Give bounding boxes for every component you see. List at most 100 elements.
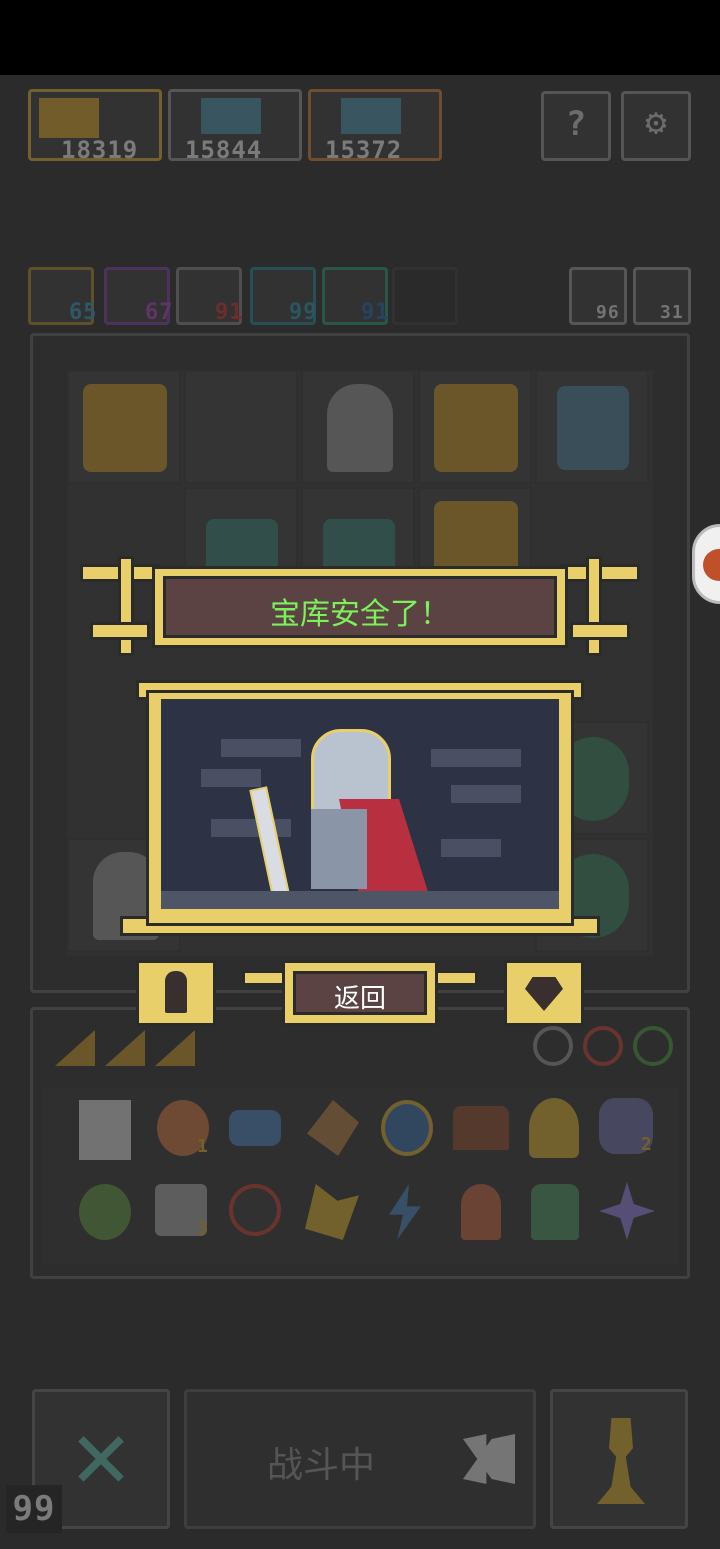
card-slot-icon [105,1030,145,1066]
stat-empty-slot [392,267,458,325]
ring-icon [583,1026,623,1066]
star-wand-item[interactable] [307,1100,359,1156]
pawn-icon [165,971,187,1013]
settings-button[interactable]: ⚙ [621,91,691,161]
stat-attack-value: 65 [69,300,98,325]
stat-magic[interactable]: 67 [104,267,173,325]
sword-icon [249,786,291,902]
modal-picture-frame [120,680,600,942]
hero-score-3: 15372 [325,136,403,164]
item-badge: 3 [197,1218,209,1239]
stat-attack[interactable]: 65 [28,267,97,325]
brick [201,769,261,787]
demon-icon [83,384,167,472]
mask-item[interactable] [229,1110,281,1146]
board-cell[interactable] [418,370,532,484]
stat-crit[interactable]: 91 [176,267,244,325]
banner-plate: 宝库安全了！ [152,566,568,648]
ghoul-icon [201,98,261,134]
gem-side-button[interactable] [504,960,584,1026]
item-badge: 5 [599,1182,611,1203]
scroll-item[interactable] [79,1100,131,1160]
help-button[interactable]: ? [541,91,611,161]
keyhole-icon [327,384,393,472]
hero-card-1[interactable]: 18319 [28,89,162,164]
brick [451,785,521,803]
shield-item[interactable] [381,1100,433,1156]
lock-item[interactable]: 3 [155,1184,209,1239]
turn-counter: 99 [6,1485,62,1533]
potion-item[interactable] [529,1098,579,1158]
board-cell[interactable] [184,370,298,484]
frame-border [146,690,574,926]
banner-foot-right [570,622,630,640]
hero-score-2: 15844 [185,136,263,164]
eye-item[interactable]: 1 [157,1100,209,1157]
card-slot-icon [155,1030,195,1066]
status-bar [0,0,720,75]
book-icon [463,1434,515,1484]
item-badge: 2 [641,1134,653,1155]
flask-item[interactable] [79,1184,131,1240]
chest-item[interactable] [453,1106,509,1150]
inventory-panel: 1 2 3 5 [30,1007,690,1279]
ring-icon [633,1026,673,1066]
stat-regen[interactable]: 91 [322,267,390,325]
card-slot-icon [55,1030,95,1066]
stat-crit-value: 91 [215,300,244,325]
pawn-counter[interactable]: 31 [633,267,691,325]
pawn-button[interactable] [550,1389,688,1529]
assistant-icon [703,549,720,581]
brick [221,739,301,757]
hero-card-2[interactable]: 15844 [168,89,302,164]
modal-actions: 返回 [136,958,584,1030]
brick [211,819,291,837]
stat-regen-value: 91 [361,300,390,325]
board-cell[interactable] [301,370,415,484]
battle-status-button[interactable]: 战斗中 [184,1389,536,1529]
ghoul-icon [341,98,401,134]
question-icon: ? [565,104,587,144]
crosshair-item[interactable] [229,1184,281,1236]
knight-scene [161,699,559,909]
ring-icon [533,1026,573,1066]
return-counter[interactable]: 96 [569,267,627,325]
lightning-icon[interactable] [389,1184,421,1240]
battle-status-label: 战斗中 [267,1445,376,1486]
pawn-icon [597,1418,645,1504]
warrior-icon [557,386,629,470]
demon-icon [434,384,518,472]
stat-magic-value: 67 [145,300,174,325]
banner-post-left [118,556,134,656]
demon-icon [39,98,99,138]
hero-score-1: 18319 [61,136,139,164]
banner-foot-left [90,622,150,640]
floating-assistant-button[interactable] [692,524,720,604]
knight-body [311,809,367,889]
banner-inner: 宝库安全了！ [163,576,557,638]
board-cell[interactable] [67,370,181,484]
stat-shield[interactable]: 99 [250,267,318,325]
tombstone-item[interactable] [461,1184,501,1240]
gem-icon [525,977,563,1011]
modal-title: 宝库安全了！ [270,597,450,632]
brick [431,749,521,767]
gear-icon: ⚙ [645,102,667,143]
back-inner: 返回 [293,971,427,1015]
jar-item[interactable] [531,1184,579,1240]
back-button[interactable]: 返回 [242,958,478,1030]
gem-item[interactable]: 2 [599,1098,653,1155]
banner-post-right [586,556,602,656]
board-cell[interactable] [535,370,649,484]
flower-item[interactable]: 5 [599,1182,655,1240]
back-plate: 返回 [282,960,438,1026]
pawn-side-button[interactable] [136,960,216,1026]
hero-card-3[interactable]: 15372 [308,89,442,164]
stat-shield-value: 99 [289,300,318,325]
item-badge: 1 [197,1136,209,1157]
leaf-item[interactable] [305,1184,359,1240]
modal-title-banner: 宝库安全了！ [80,556,640,666]
pawn-value: 31 [660,302,684,323]
return-value: 96 [596,302,620,323]
brick [441,839,501,857]
